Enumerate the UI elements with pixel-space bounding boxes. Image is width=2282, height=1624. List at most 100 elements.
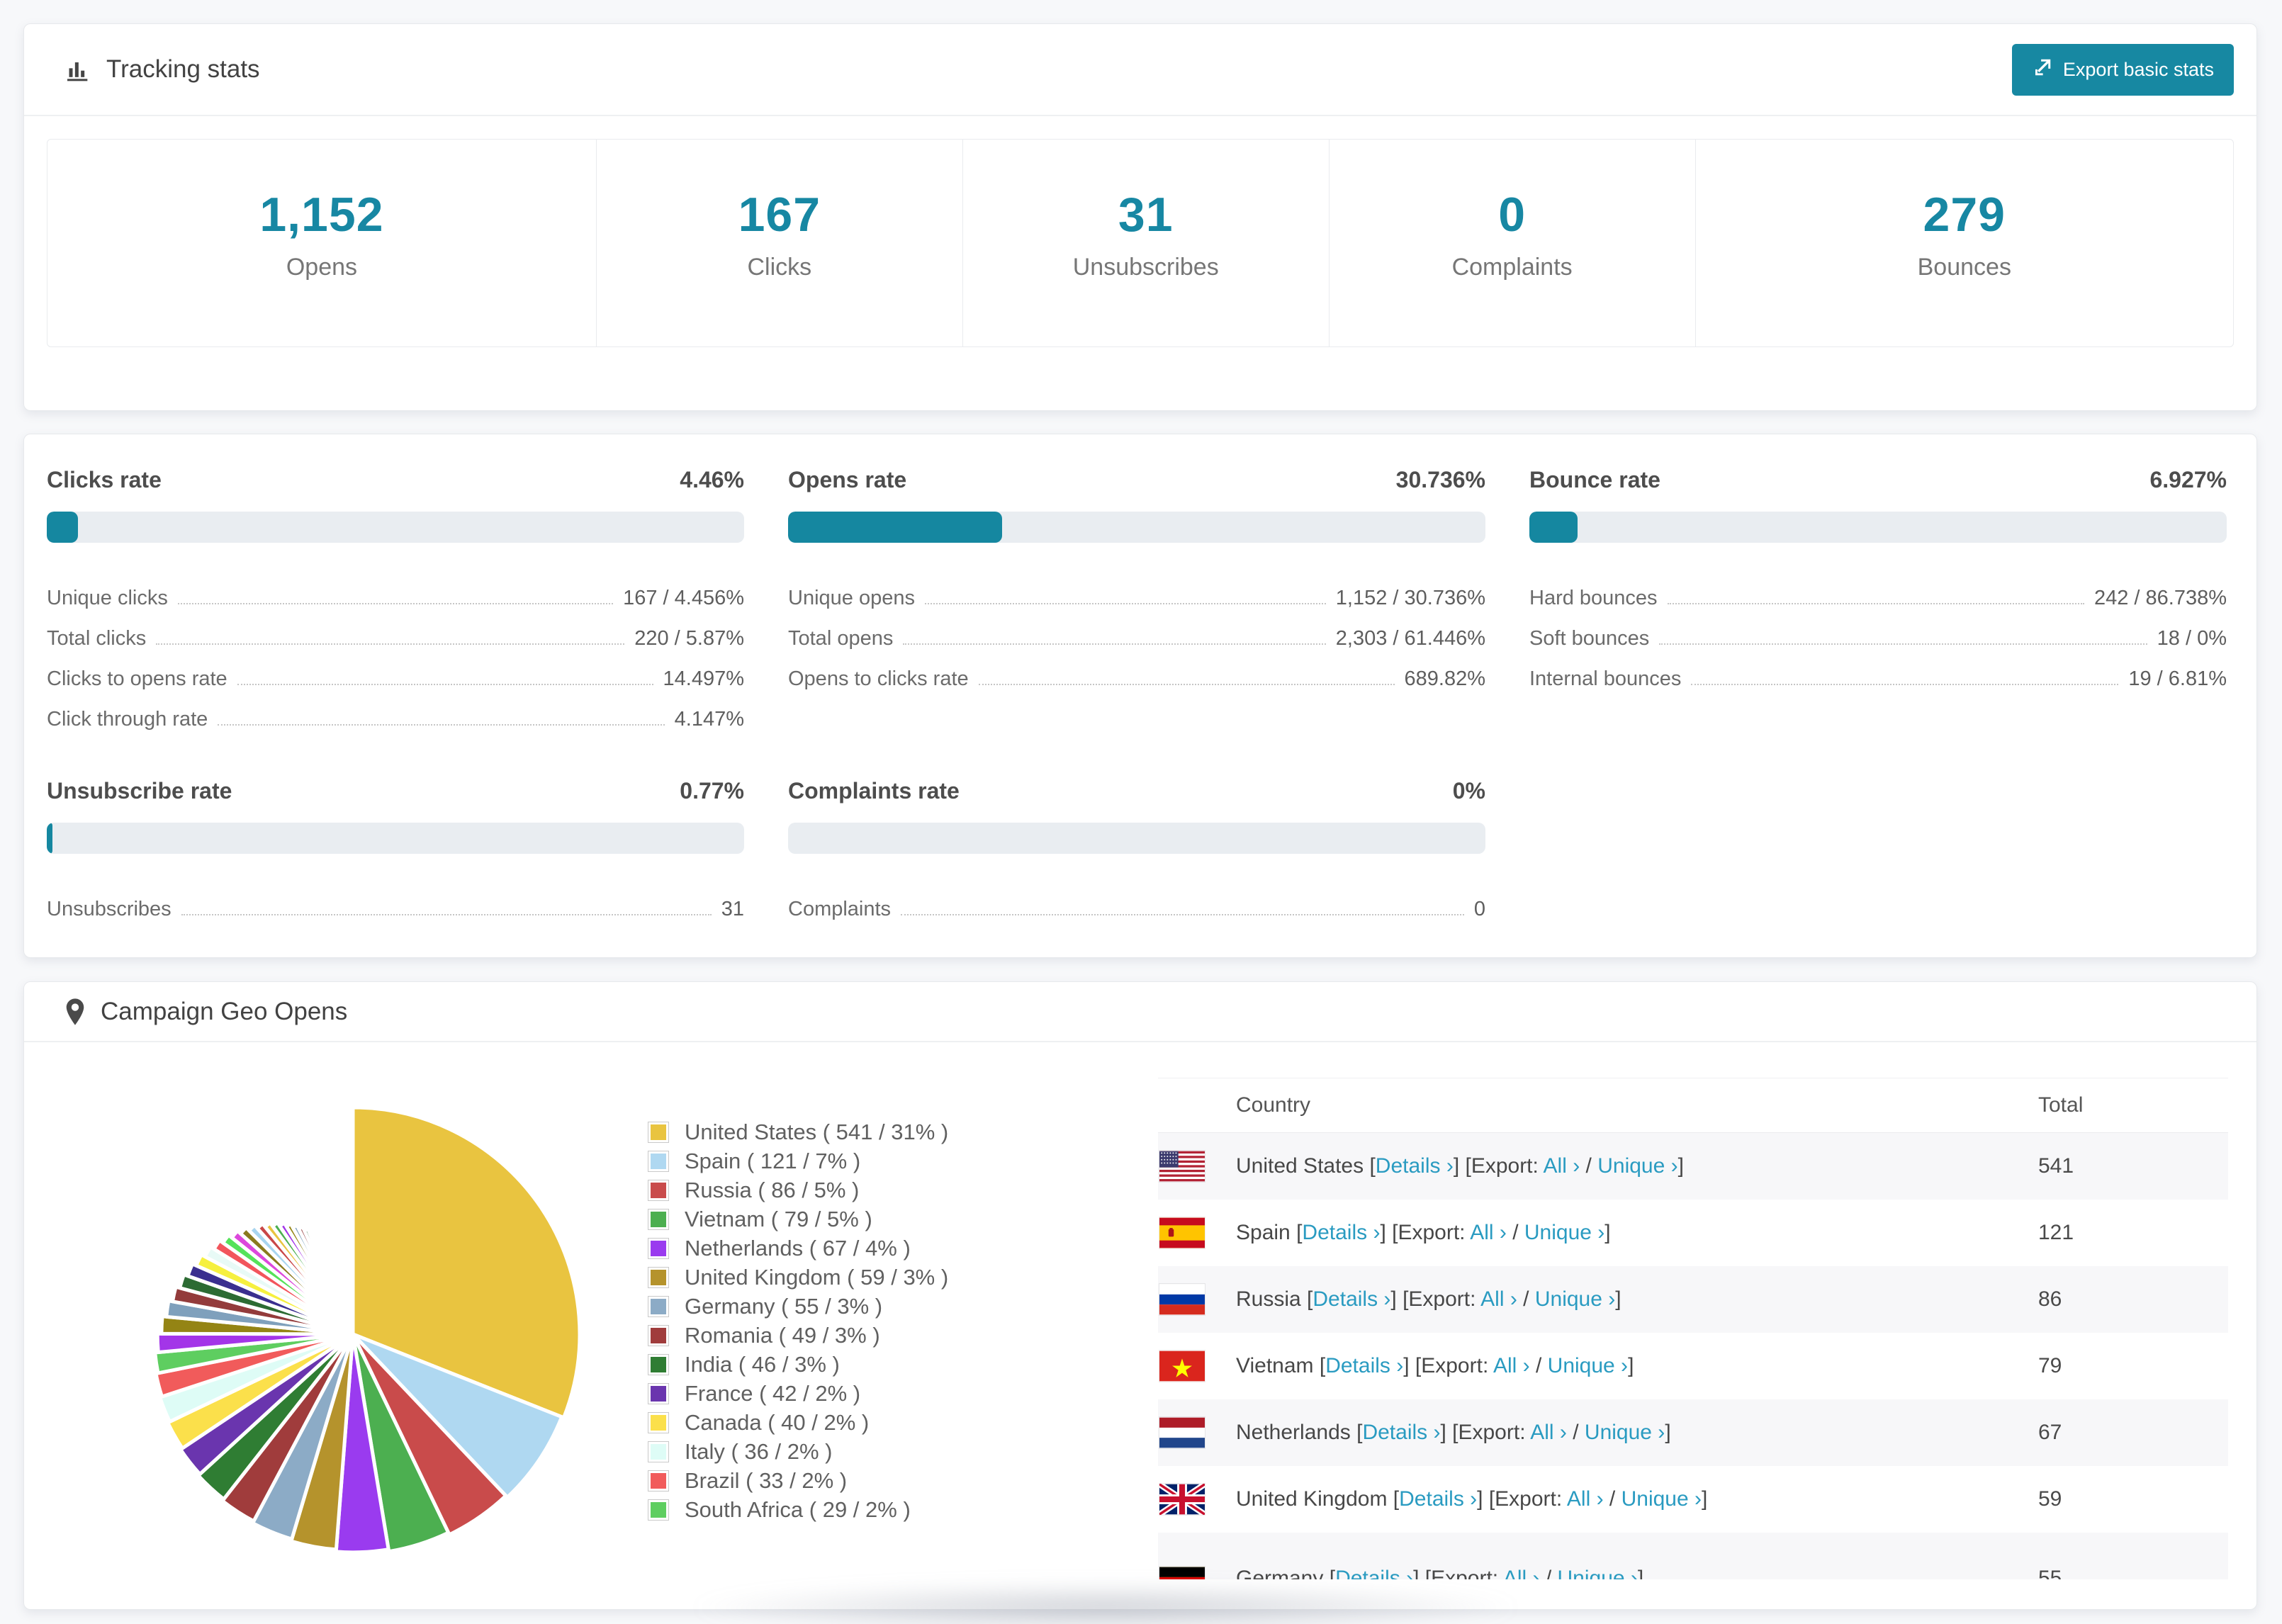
export-unique-link[interactable]: Unique ›	[1524, 1221, 1604, 1244]
progress-bar-bounce-rate	[1529, 512, 2227, 543]
detail-value: 220 / 5.87%	[634, 627, 744, 650]
export-label: ] [Export:	[1440, 1421, 1531, 1444]
united-states-flag-icon	[1159, 1151, 1205, 1182]
export-all-link[interactable]: All ›	[1544, 1154, 1580, 1178]
tracking-stats-header: Tracking stats Export basic stats	[24, 24, 2256, 116]
geo-legend: United States ( 541 / 31% ) Spain ( 121 /…	[648, 1078, 1115, 1579]
legend-item-united-kingdom[interactable]: United Kingdom ( 59 / 3% )	[648, 1263, 1115, 1292]
slash-separator: /	[1529, 1354, 1548, 1377]
export-basic-stats-button[interactable]: Export basic stats	[2011, 43, 2234, 96]
united-kingdom-flag-icon	[1159, 1484, 1205, 1515]
export-label: ] [Export:	[1477, 1487, 1567, 1511]
geo-table: Country Total United States [Details ›] [E…	[1158, 1078, 2228, 1579]
legend-item-netherlands[interactable]: Netherlands ( 67 / 4% )	[648, 1234, 1115, 1263]
stat-opens: 1,152 Opens	[47, 140, 597, 346]
export-all-link[interactable]: All ›	[1530, 1421, 1567, 1444]
export-all-link[interactable]: All ›	[1567, 1487, 1604, 1511]
stat-label-clicks: Clicks	[747, 253, 812, 281]
legend-label-text: Canada ( 40 / 2% )	[685, 1409, 870, 1435]
stat-unsubscribes: 31 Unsubscribes	[963, 140, 1330, 346]
detail-value: 167 / 4.456%	[623, 587, 744, 610]
progress-bar-fill	[47, 512, 78, 543]
geo-row-text: Spain [Details ›] [Export: All › / Uniqu…	[1236, 1221, 2038, 1245]
export-unique-link[interactable]: Unique ›	[1548, 1354, 1628, 1377]
legend-swatch	[648, 1353, 669, 1375]
rate-head-unsubscribe-rate: Unsubscribe rate 0.77%	[47, 778, 744, 804]
export-unique-link[interactable]: Unique ›	[1558, 1567, 1638, 1579]
details-link[interactable]: Details ›	[1335, 1567, 1413, 1579]
legend-item-india[interactable]: India ( 46 / 3% )	[648, 1350, 1115, 1379]
legend-item-spain[interactable]: Spain ( 121 / 7% )	[648, 1146, 1115, 1175]
export-unique-link[interactable]: Unique ›	[1621, 1487, 1702, 1511]
rate-section-complaints-rate: Complaints rate 0% Complaints 0	[788, 778, 1485, 921]
progress-bar-fill	[47, 823, 52, 854]
rate-head-complaints-rate: Complaints rate 0%	[788, 778, 1485, 804]
stat-label-complaints: Complaints	[1451, 253, 1573, 281]
rate-head-opens-rate: Opens rate 30.736%	[788, 467, 1485, 493]
rate-rows: Complaints 0	[788, 881, 1485, 921]
export-all-link[interactable]: All ›	[1503, 1567, 1540, 1579]
slash-separator: /	[1603, 1487, 1621, 1511]
rate-title-text: Clicks rate	[47, 467, 162, 492]
legend-item-romania[interactable]: Romania ( 49 / 3% )	[648, 1321, 1115, 1350]
detail-label: Opens to clicks rate	[788, 667, 969, 691]
legend-swatch	[648, 1266, 669, 1288]
details-link[interactable]: Details ›	[1313, 1287, 1390, 1311]
legend-swatch	[648, 1411, 669, 1433]
legend-item-vietnam[interactable]: Vietnam ( 79 / 5% )	[648, 1205, 1115, 1234]
details-link[interactable]: Details ›	[1325, 1354, 1403, 1377]
legend-swatch	[648, 1208, 669, 1230]
legend-swatch	[648, 1499, 669, 1521]
detail-value: 689.82%	[1404, 667, 1486, 691]
legend-item-italy[interactable]: Italy ( 36 / 2% )	[648, 1437, 1115, 1466]
rate-value-text: 30.736%	[1395, 467, 1485, 492]
stat-value-clicks: 167	[738, 187, 821, 242]
legend-item-germany[interactable]: Germany ( 55 / 3% )	[648, 1292, 1115, 1321]
export-icon	[2032, 57, 2053, 83]
legend-label-text: Netherlands ( 67 / 4% )	[685, 1235, 911, 1261]
details-link[interactable]: Details ›	[1302, 1221, 1380, 1244]
export-all-link[interactable]: All ›	[1480, 1287, 1517, 1311]
geo-row-text: United States [Details ›] [Export: All ›…	[1236, 1154, 2038, 1178]
details-link[interactable]: Details ›	[1362, 1421, 1440, 1444]
export-unique-link[interactable]: Unique ›	[1597, 1154, 1677, 1178]
progress-bar-complaints-rate	[788, 823, 1485, 854]
legend-item-brazil[interactable]: Brazil ( 33 / 2% )	[648, 1466, 1115, 1495]
russia-flag-icon	[1159, 1284, 1205, 1315]
export-unique-link[interactable]: Unique ›	[1585, 1421, 1665, 1444]
export-all-link[interactable]: All ›	[1493, 1354, 1530, 1377]
details-link[interactable]: Details ›	[1399, 1487, 1477, 1511]
legend-item-france[interactable]: France ( 42 / 2% )	[648, 1379, 1115, 1408]
dotted-leader	[1691, 684, 2119, 685]
vietnam-flag-icon	[1159, 1350, 1205, 1382]
geo-row-united-kingdom: United Kingdom [Details ›] [Export: All …	[1158, 1466, 2228, 1533]
slash-separator: /	[1580, 1154, 1598, 1178]
export-unique-link[interactable]: Unique ›	[1535, 1287, 1615, 1311]
germany-flag-icon	[1159, 1567, 1205, 1579]
details-link[interactable]: Details ›	[1376, 1154, 1454, 1178]
dotted-leader	[177, 603, 614, 604]
legend-swatch	[648, 1440, 669, 1462]
country-name: Spain	[1236, 1221, 1297, 1244]
dotted-leader	[156, 643, 625, 645]
export-all-link[interactable]: All ›	[1470, 1221, 1507, 1244]
legend-item-russia[interactable]: Russia ( 86 / 5% )	[648, 1175, 1115, 1205]
map-pin-icon	[64, 998, 86, 1026]
legend-item-south-africa[interactable]: South Africa ( 29 / 2% )	[648, 1495, 1115, 1524]
detail-row-hard-bounces: Hard bounces 242 / 86.738%	[1529, 570, 2227, 610]
legend-item-canada[interactable]: Canada ( 40 / 2% )	[648, 1408, 1115, 1437]
legend-item-united-states[interactable]: United States ( 541 / 31% )	[648, 1117, 1115, 1146]
geo-row-united-states: United States [Details ›] [Export: All ›…	[1158, 1133, 2228, 1200]
legend-swatch	[648, 1295, 669, 1317]
bracket: [	[1369, 1154, 1376, 1178]
dotted-leader	[237, 684, 653, 685]
stat-value-opens: 1,152	[259, 187, 384, 242]
spain-flag-icon	[1159, 1217, 1205, 1248]
legend-label-text: Brazil ( 33 / 2% )	[685, 1467, 848, 1493]
rates-card: Clicks rate 4.46% Unique clicks 167 / 4.456…	[23, 434, 2257, 958]
detail-label: Unsubscribes	[47, 898, 172, 921]
legend-swatch	[648, 1237, 669, 1259]
country-column-header: Country	[1236, 1093, 1311, 1117]
geo-row-text: United Kingdom [Details ›] [Export: All …	[1236, 1487, 2038, 1511]
bar-chart-icon	[64, 55, 92, 84]
